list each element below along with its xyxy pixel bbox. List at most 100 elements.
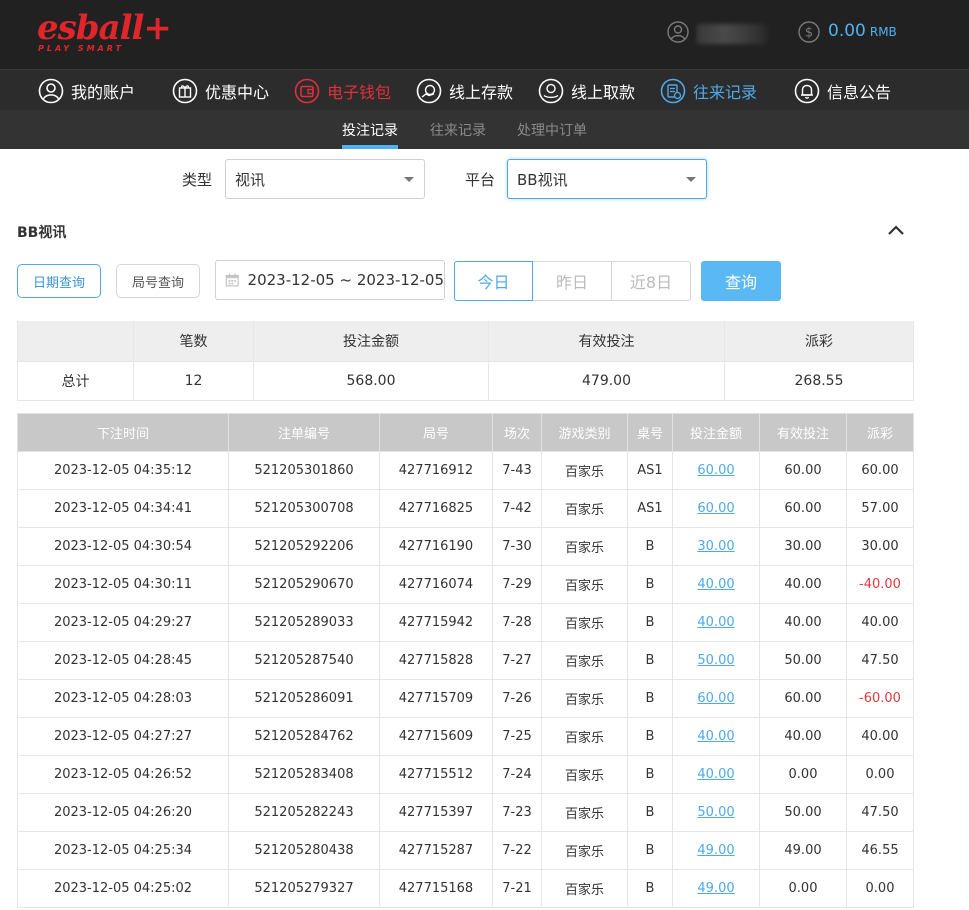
summary-cell: 268.55 bbox=[724, 360, 914, 401]
subtab-pending-orders[interactable]: 处理中订单 bbox=[517, 120, 587, 140]
table-cell: 0.00 bbox=[846, 755, 914, 794]
section-title: BB视讯 bbox=[17, 225, 67, 241]
last-8-days-button[interactable]: 近8日 bbox=[612, 261, 691, 301]
records-icon bbox=[660, 78, 686, 103]
bet-amount-link[interactable]: 49.00 bbox=[672, 869, 760, 908]
bet-amount-link[interactable]: 60.00 bbox=[672, 489, 760, 528]
bet-amount-link[interactable]: 40.00 bbox=[672, 717, 760, 756]
query-button[interactable]: 查询 bbox=[701, 261, 781, 301]
table-cell: 百家乐 bbox=[541, 869, 628, 908]
table-row: 2023-12-05 04:27:27 521205284762 427715609… bbox=[17, 717, 914, 756]
yesterday-button[interactable]: 昨日 bbox=[533, 261, 612, 301]
table-cell: 7-42 bbox=[492, 489, 542, 528]
caret-down-icon bbox=[404, 177, 414, 182]
table-cell: 47.50 bbox=[846, 641, 914, 680]
summary-header-cell: 派彩 bbox=[724, 321, 914, 362]
date-query-tab[interactable]: 日期查询 bbox=[17, 264, 101, 298]
table-cell: 7-25 bbox=[492, 717, 542, 756]
table-cell: 427715168 bbox=[379, 869, 493, 908]
table-cell: 百家乐 bbox=[541, 793, 628, 832]
user-avatar-icon[interactable] bbox=[667, 21, 689, 43]
table-cell: 40.00 bbox=[759, 565, 847, 604]
table-cell: 2023-12-05 04:34:41 bbox=[17, 489, 229, 528]
table-cell: 50.00 bbox=[759, 793, 847, 832]
date-range-input[interactable]: 2023-12-05 ~ 2023-12-05 bbox=[215, 260, 445, 300]
table-cell: 百家乐 bbox=[541, 831, 628, 870]
table-cell: 7-28 bbox=[492, 603, 542, 642]
sub-nav: 投注记录 往来记录 处理中订单 bbox=[0, 110, 969, 149]
nav-promotions[interactable]: 优惠中心 bbox=[172, 70, 269, 111]
top-header: esball+ PLAY SMART $ 0.00 RMB bbox=[0, 0, 969, 69]
bet-amount-link[interactable]: 40.00 bbox=[672, 565, 760, 604]
table-cell: 2023-12-05 04:26:52 bbox=[17, 755, 229, 794]
bet-amount-link[interactable]: 60.00 bbox=[672, 451, 760, 490]
table-cell: 40.00 bbox=[759, 603, 847, 642]
table-row: 2023-12-05 04:30:11 521205290670 427716074… bbox=[17, 565, 914, 604]
calendar-icon bbox=[225, 273, 239, 287]
column-header: 局号 bbox=[379, 413, 493, 452]
bet-amount-link[interactable]: 40.00 bbox=[672, 603, 760, 642]
table-cell: 7-30 bbox=[492, 527, 542, 566]
nav-transaction-records[interactable]: 往来记录 bbox=[660, 70, 757, 111]
table-cell: 521205282243 bbox=[228, 793, 380, 832]
table-cell: 百家乐 bbox=[541, 641, 628, 680]
bet-amount-link[interactable]: 50.00 bbox=[672, 641, 760, 680]
nav-label: 线上取款 bbox=[571, 82, 636, 102]
table-cell: 521205289033 bbox=[228, 603, 380, 642]
table-row: 2023-12-05 04:35:12 521205301860 427716912… bbox=[17, 451, 914, 490]
nav-label: 线上存款 bbox=[449, 82, 514, 102]
subtab-transfer-records[interactable]: 往来记录 bbox=[430, 120, 486, 140]
table-cell: 30.00 bbox=[846, 527, 914, 566]
bet-amount-link[interactable]: 49.00 bbox=[672, 831, 760, 870]
table-cell: 427715828 bbox=[379, 641, 493, 680]
summary-header-row: 笔数 投注金额 有效投注 派彩 bbox=[17, 321, 914, 362]
table-cell: 7-26 bbox=[492, 679, 542, 718]
nav-e-wallet[interactable]: 电子钱包 bbox=[294, 70, 391, 111]
table-cell: B bbox=[627, 679, 673, 718]
table-cell: 2023-12-05 04:25:02 bbox=[17, 869, 229, 908]
bet-amount-link[interactable]: 40.00 bbox=[672, 755, 760, 794]
round-query-tab[interactable]: 局号查询 bbox=[116, 264, 200, 298]
platform-label: 平台 bbox=[465, 171, 496, 189]
nav-announcements[interactable]: 信息公告 bbox=[794, 70, 891, 111]
table-cell: 7-27 bbox=[492, 641, 542, 680]
bet-amount-link[interactable]: 50.00 bbox=[672, 793, 760, 832]
table-cell: B bbox=[627, 527, 673, 566]
table-cell: 57.00 bbox=[846, 489, 914, 528]
table-cell: B bbox=[627, 831, 673, 870]
table-cell: 427715512 bbox=[379, 755, 493, 794]
platform-select[interactable]: BB视讯 bbox=[507, 159, 707, 199]
table-cell: 2023-12-05 04:30:11 bbox=[17, 565, 229, 604]
table-cell: 40.00 bbox=[846, 717, 914, 756]
table-row: 2023-12-05 04:34:41 521205300708 427716825… bbox=[17, 489, 914, 528]
table-cell: -40.00 bbox=[846, 565, 914, 604]
nav-my-account[interactable]: 我的账户 bbox=[38, 70, 135, 111]
chevron-up-icon[interactable] bbox=[886, 222, 906, 238]
table-cell: 2023-12-05 04:25:34 bbox=[17, 831, 229, 870]
column-header: 派彩 bbox=[846, 413, 914, 452]
nav-online-withdraw[interactable]: 线上取款 bbox=[538, 70, 635, 111]
table-cell: 427716190 bbox=[379, 527, 493, 566]
bet-amount-link[interactable]: 60.00 bbox=[672, 679, 760, 718]
nav-online-deposit[interactable]: 线上存款 bbox=[416, 70, 513, 111]
table-cell: 46.55 bbox=[846, 831, 914, 870]
column-header: 有效投注 bbox=[759, 413, 847, 452]
type-select[interactable]: 视讯 bbox=[225, 159, 425, 199]
table-cell: 49.00 bbox=[759, 831, 847, 870]
bet-amount-link[interactable]: 30.00 bbox=[672, 527, 760, 566]
withdraw-icon bbox=[538, 78, 564, 103]
type-label: 类型 bbox=[182, 171, 213, 189]
subtab-bet-records[interactable]: 投注记录 bbox=[342, 120, 398, 140]
column-header: 场次 bbox=[492, 413, 542, 452]
deposit-icon bbox=[416, 78, 442, 103]
summary-header-cell bbox=[17, 321, 134, 362]
username-masked bbox=[697, 24, 767, 44]
table-cell: 百家乐 bbox=[541, 755, 628, 794]
table-cell: 47.50 bbox=[846, 793, 914, 832]
table-cell: 7-22 bbox=[492, 831, 542, 870]
table-row: 2023-12-05 04:26:20 521205282243 427715397… bbox=[17, 793, 914, 832]
column-header: 注单编号 bbox=[228, 413, 380, 452]
type-select-value: 视讯 bbox=[235, 170, 266, 189]
table-cell: 百家乐 bbox=[541, 679, 628, 718]
today-button[interactable]: 今日 bbox=[454, 261, 533, 301]
